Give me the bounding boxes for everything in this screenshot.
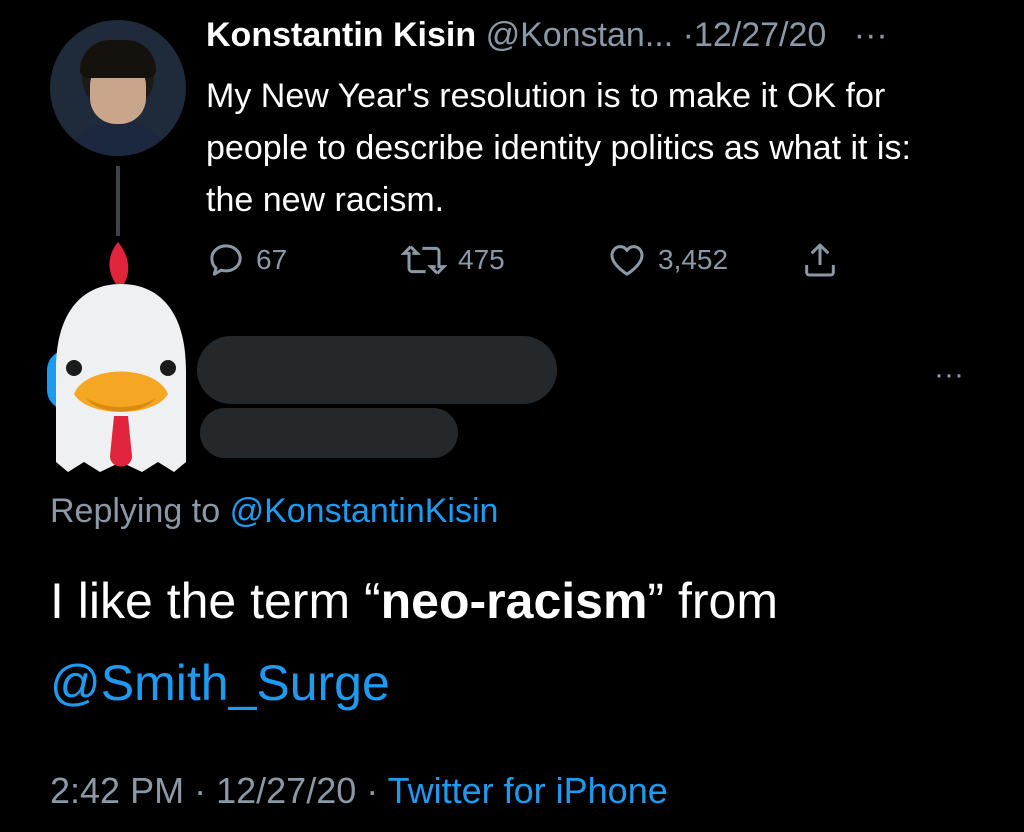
avatar-hair <box>80 40 156 78</box>
reply-action[interactable]: 67 <box>206 240 287 280</box>
author-avatar[interactable] <box>50 20 186 156</box>
like-count: 3,452 <box>658 244 729 275</box>
retweet-count: 475 <box>458 244 505 275</box>
retweet-action[interactable]: 475 <box>400 240 505 280</box>
reply-date: 12/27/20 <box>216 770 357 811</box>
reply-count: 67 <box>256 244 288 275</box>
reply-metadata: 2:42 PM · 12/27/20 · Twitter for iPhone <box>50 770 668 812</box>
share-icon <box>805 243 835 277</box>
replying-prefix: Replying to <box>50 492 221 530</box>
reply-text-bold: neo-racism <box>380 573 648 629</box>
author-handle[interactable]: @Konstan... <box>486 16 674 54</box>
retweet-icon <box>400 245 448 275</box>
replying-to: Replying to @KonstantinKisin <box>50 492 498 531</box>
separator-1: · <box>194 770 207 811</box>
like-action[interactable]: 3,452 <box>606 240 728 280</box>
tweet-header: Konstantin Kisin @Konstan... ·12/27/20 ·… <box>206 16 888 55</box>
reply-icon <box>210 244 242 276</box>
mention-link[interactable]: @Smith_Surge <box>50 655 390 711</box>
reply-more-icon[interactable]: ··· <box>934 358 964 392</box>
client-link[interactable]: Twitter for iPhone <box>388 770 668 811</box>
tweet-date[interactable]: 12/27/20 <box>694 16 826 54</box>
redacted-handle <box>200 408 458 458</box>
reply-text-before: I like the term “ <box>50 573 381 629</box>
share-action[interactable] <box>800 240 840 280</box>
reply-text: I like the term “neo-racism” from @Smith… <box>50 560 990 724</box>
thread-line <box>116 166 120 236</box>
reply-time: 2:42 PM <box>50 770 185 811</box>
separator-2: · <box>366 770 379 811</box>
redacted-display-name <box>197 336 557 404</box>
avatar-shirt <box>64 122 172 156</box>
chicken-emoji <box>56 242 186 472</box>
author-name[interactable]: Konstantin Kisin <box>206 16 476 54</box>
date-separator: · <box>682 16 694 54</box>
more-icon[interactable]: ··· <box>854 16 888 54</box>
reply-text-after: ” from <box>647 573 778 629</box>
like-icon <box>610 245 644 276</box>
tweet-text: My New Year's resolution is to make it O… <box>206 77 911 219</box>
replying-handle-link[interactable]: @KonstantinKisin <box>230 492 499 530</box>
